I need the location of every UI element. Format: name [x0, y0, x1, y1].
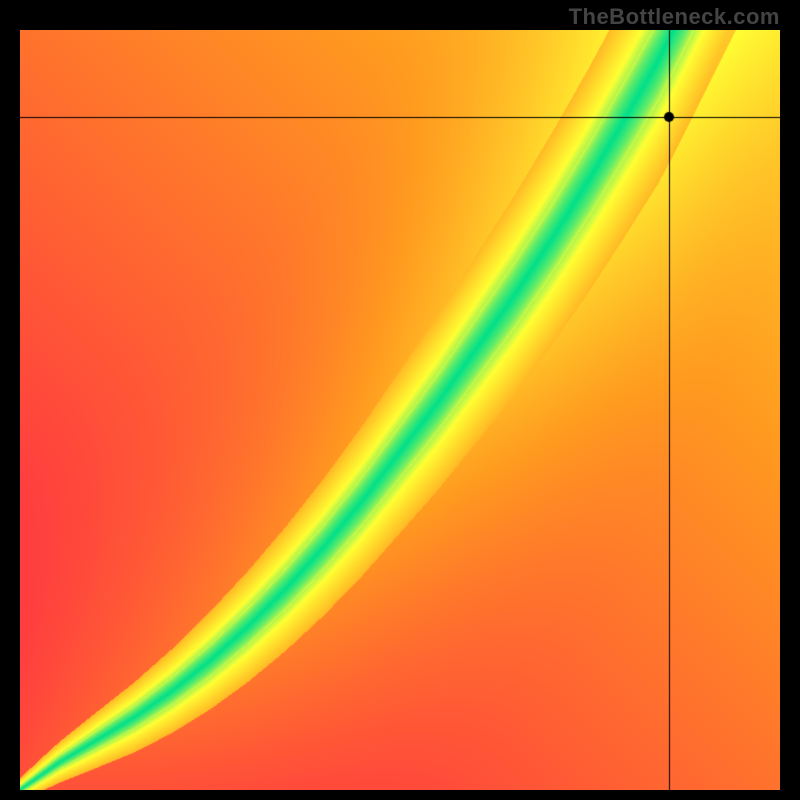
- plot-area: [20, 30, 780, 790]
- chart-container: TheBottleneck.com: [0, 0, 800, 800]
- watermark-text: TheBottleneck.com: [569, 4, 780, 30]
- heatmap-canvas: [20, 30, 780, 790]
